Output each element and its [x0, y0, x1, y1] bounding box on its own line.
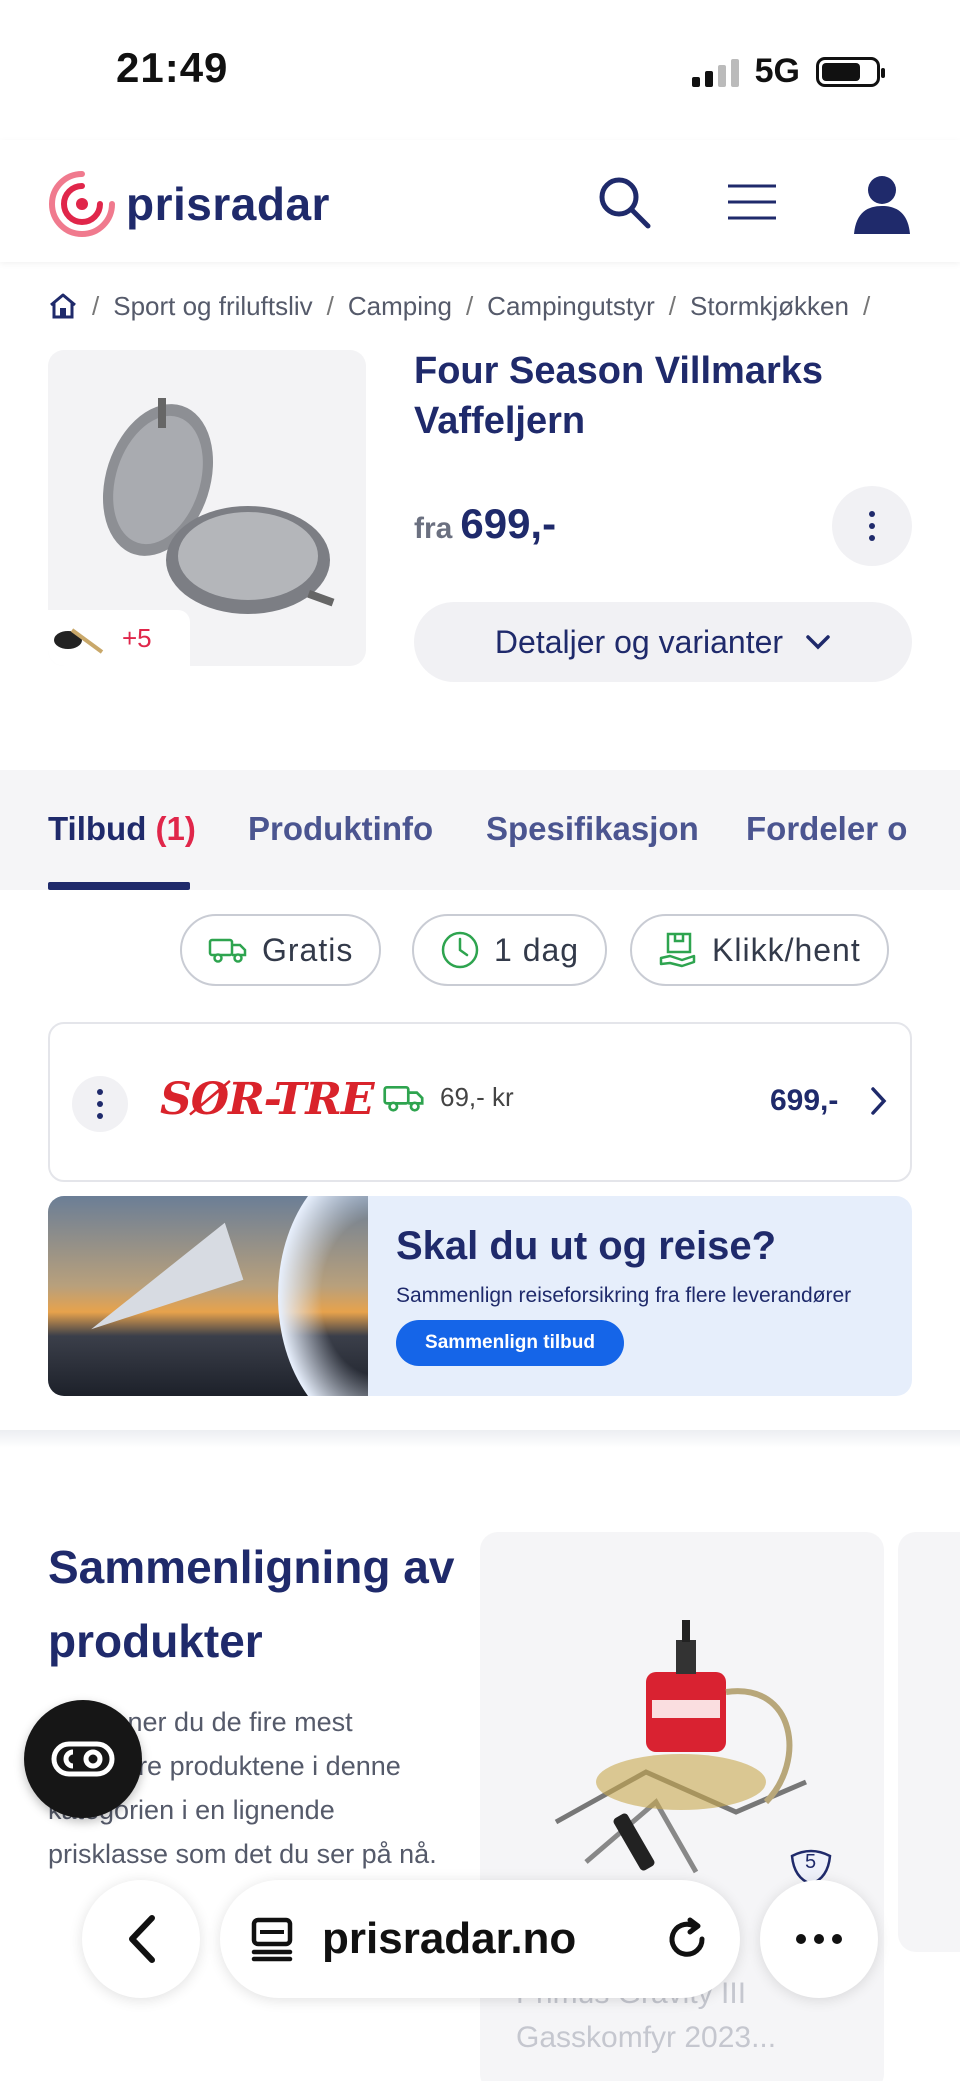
- page-menu-icon[interactable]: [250, 1916, 294, 1962]
- banner-title: Skal du ut og reise?: [396, 1224, 777, 1268]
- shipping-cost: 69,- kr: [440, 1082, 514, 1112]
- compare-title: Sammenligning av produkter: [48, 1541, 455, 1667]
- reader-mode-button[interactable]: [24, 1700, 142, 1818]
- filter-label: 1 dag: [494, 931, 580, 968]
- search-icon[interactable]: [592, 170, 656, 234]
- breadcrumb-item[interactable]: Sport og friluftsliv: [113, 291, 312, 322]
- thumbnail-icon: [54, 628, 104, 654]
- tab-spesifikasjon[interactable]: Spesifikasjon: [486, 810, 699, 848]
- tab-fordeler[interactable]: Fordeler o: [746, 810, 907, 848]
- offer-shipping: 69,- kr: [382, 1082, 514, 1113]
- details-variants-button[interactable]: Detaljer og varianter: [414, 602, 912, 682]
- banner-compare-button[interactable]: Sammenlign tilbud: [396, 1320, 624, 1366]
- tab-count: (1): [155, 810, 196, 847]
- offer-row[interactable]: SØR-TRE 69,- kr 699,-: [48, 1022, 912, 1182]
- product-tabs: Tilbud (1) Produktinfo Spesifikasjon For…: [0, 770, 960, 890]
- offer-more-button[interactable]: [72, 1076, 128, 1132]
- tab-tilbud[interactable]: Tilbud (1): [48, 810, 196, 848]
- reader-icon: [51, 1741, 115, 1777]
- filter-click-collect[interactable]: Klikk/hent: [630, 914, 889, 986]
- filter-free-shipping[interactable]: Gratis: [180, 914, 382, 986]
- product-image[interactable]: +5: [48, 350, 366, 666]
- filter-label: Klikk/hent: [712, 931, 861, 968]
- tab-label: Tilbud: [48, 810, 147, 847]
- chevron-right-icon[interactable]: [870, 1086, 888, 1116]
- more-options-button[interactable]: [760, 1880, 878, 1998]
- filter-label: Gratis: [262, 931, 354, 968]
- product-price: fra 699,-: [414, 500, 556, 548]
- breadcrumb-separator: /: [92, 290, 100, 321]
- filter-one-day[interactable]: 1 dag: [412, 914, 608, 986]
- back-button[interactable]: [82, 1880, 200, 1998]
- details-variants-label: Detaljer og varianter: [494, 623, 784, 660]
- price-prefix: fra: [414, 512, 453, 545]
- user-icon[interactable]: [850, 170, 914, 234]
- status-indicators: 5G: [691, 52, 885, 91]
- network-label: 5G: [754, 52, 800, 90]
- travel-insurance-banner[interactable]: Skal du ut og reise? Sammenlign reisefor…: [48, 1196, 912, 1396]
- chevron-down-icon: [806, 635, 830, 650]
- site-logo[interactable]: prisradar: [48, 170, 330, 238]
- product-more-button[interactable]: [832, 486, 912, 566]
- store-logo: SØR-TRE: [160, 1074, 374, 1125]
- site-header: prisradar: [0, 140, 960, 262]
- thumbnail-strip[interactable]: +5: [48, 610, 190, 666]
- battery-icon: [816, 56, 885, 87]
- breadcrumb-separator: /: [862, 290, 871, 321]
- status-time: 21:49: [116, 44, 229, 91]
- browser-toolbar: prisradar.no: [0, 1870, 960, 2010]
- breadcrumb-separator: /: [326, 290, 334, 321]
- offer-price: 699,-: [770, 1084, 839, 1117]
- section-divider: [0, 1430, 960, 1448]
- truck-icon: [383, 1085, 424, 1112]
- menu-icon[interactable]: [720, 170, 784, 234]
- store-pickup-icon: [659, 932, 696, 968]
- breadcrumb-separator: /: [465, 290, 474, 321]
- price-value: 699,-: [460, 500, 557, 547]
- logo-text: prisradar: [126, 178, 330, 230]
- breadcrumb-separator: /: [668, 290, 677, 321]
- reload-icon[interactable]: [664, 1916, 710, 1962]
- chevron-left-icon: [129, 1915, 155, 1963]
- status-bar: 21:49 5G: [0, 0, 960, 130]
- breadcrumb-item[interactable]: Campingutstyr: [487, 291, 655, 322]
- signal-icon: [691, 57, 739, 87]
- url-text: prisradar.no: [322, 1914, 577, 1963]
- product-title: Four Season Villmarks Vaffeljern: [414, 350, 824, 442]
- breadcrumb: / Sport og friluftsliv / Camping / Campi…: [48, 286, 960, 326]
- address-bar[interactable]: prisradar.no: [220, 1880, 740, 1998]
- clock-icon: [441, 931, 479, 969]
- breadcrumb-item[interactable]: Stormkjøkken: [690, 291, 849, 322]
- prisradar-logo-icon: [49, 171, 115, 237]
- more-vertical-icon: [97, 1089, 103, 1119]
- home-icon[interactable]: [48, 291, 78, 321]
- more-images-count: +5: [122, 622, 152, 653]
- more-vertical-icon: [869, 511, 875, 541]
- gas-stove-image: [554, 1620, 807, 1874]
- active-tab-indicator: [48, 882, 190, 890]
- banner-subtitle: Sammenlign reiseforsikring fra flere lev…: [396, 1284, 852, 1307]
- tab-produktinfo[interactable]: Produktinfo: [248, 810, 433, 848]
- truck-icon: [208, 938, 247, 963]
- breadcrumb-item[interactable]: Camping: [348, 291, 452, 322]
